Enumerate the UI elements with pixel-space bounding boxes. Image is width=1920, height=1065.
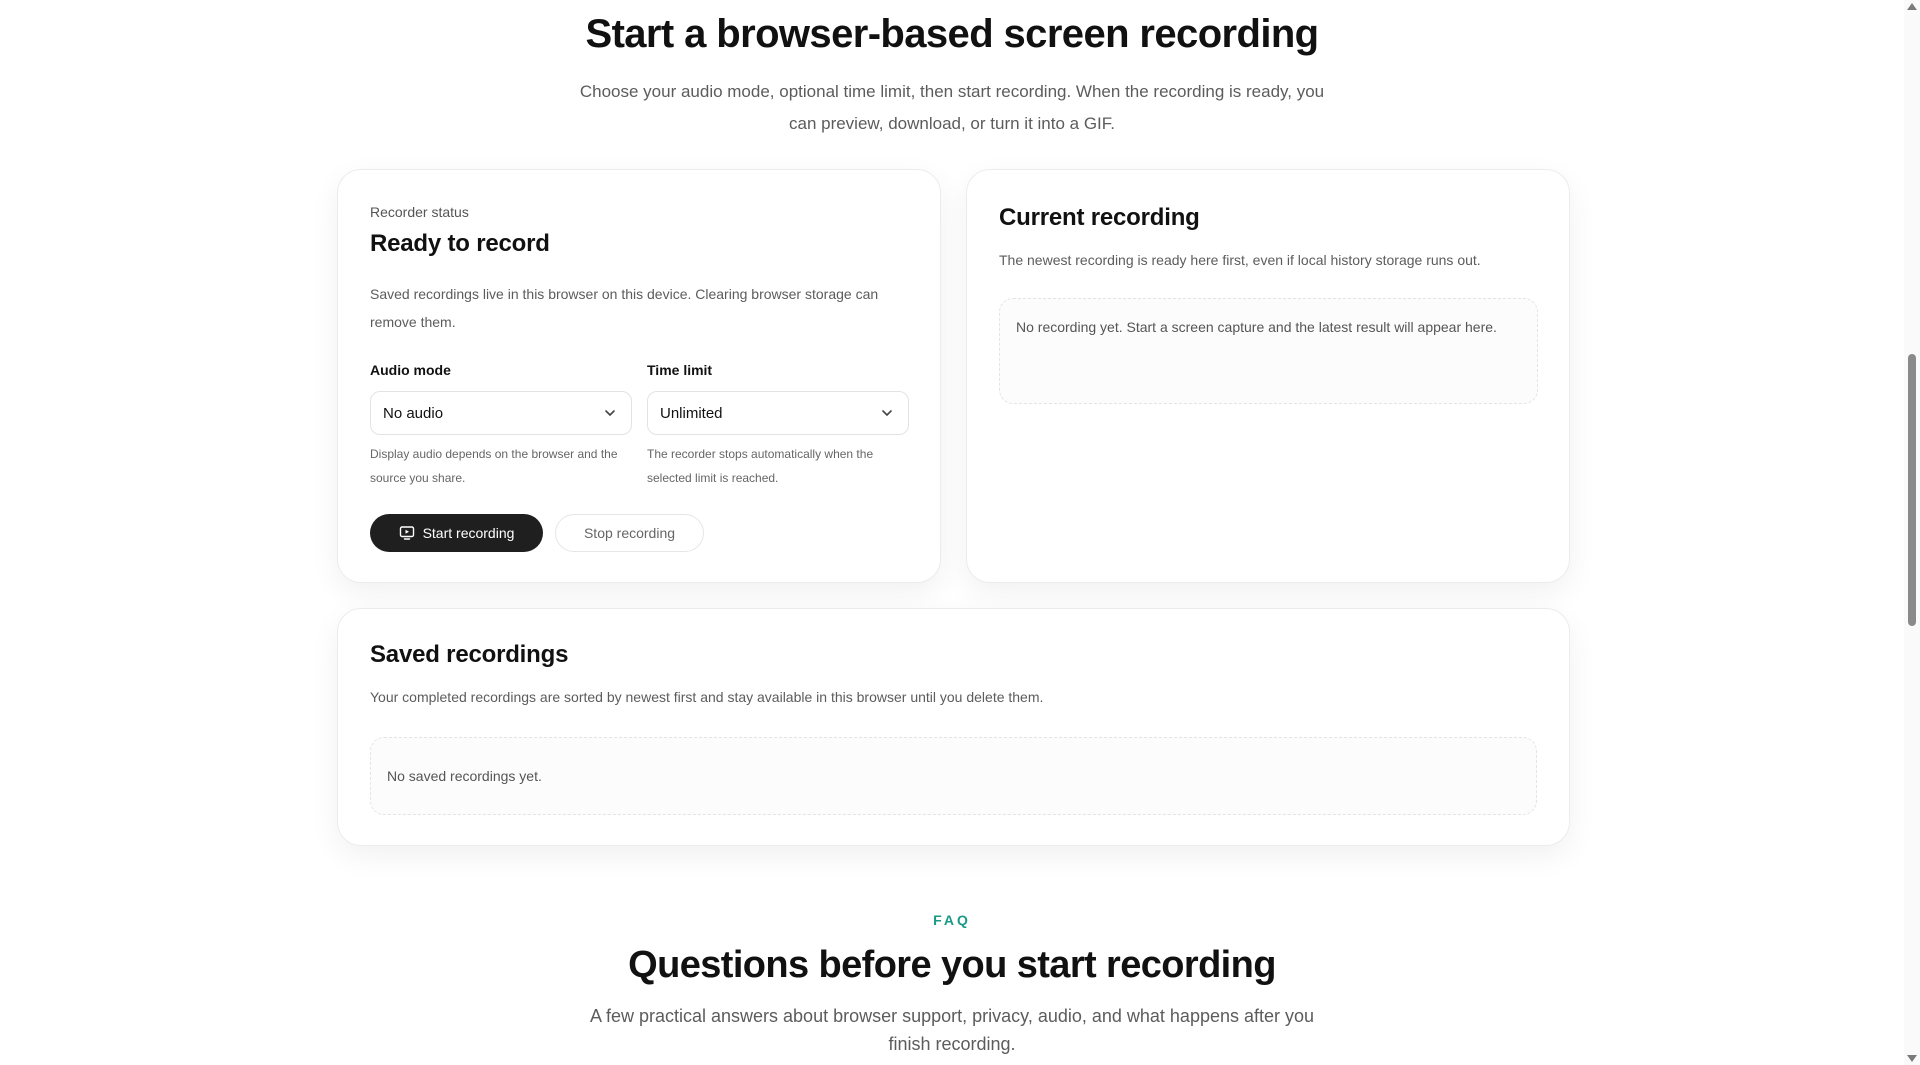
recorder-status-title: Ready to record: [370, 230, 550, 257]
stop-recording-button[interactable]: Stop recording: [555, 514, 704, 552]
current-recording-card: Current recording The newest recording i…: [966, 169, 1570, 583]
scrollbar-thumb[interactable]: [1908, 354, 1916, 626]
audio-mode-select[interactable]: No audio: [370, 391, 632, 435]
recorder-status-label: Recorder status: [370, 204, 469, 220]
chevron-down-icon: [882, 410, 892, 416]
current-recording-empty: No recording yet. Start a screen capture…: [999, 298, 1538, 404]
current-recording-empty-text: No recording yet. Start a screen capture…: [1016, 319, 1497, 335]
recorder-card: Recorder status Ready to record Saved re…: [337, 169, 941, 583]
time-limit-label: Time limit: [647, 362, 713, 378]
saved-recordings-empty: No saved recordings yet.: [370, 737, 1537, 815]
current-recording-title: Current recording: [999, 204, 1200, 231]
start-recording-label: Start recording: [422, 525, 515, 541]
time-limit-hint: The recorder stops automatically when th…: [647, 447, 874, 485]
page-scrollbar[interactable]: [1904, 0, 1920, 1065]
time-limit-select[interactable]: Unlimited: [647, 391, 909, 435]
faq-eyebrow: FAQ: [933, 912, 971, 928]
time-limit-value: Unlimited: [660, 404, 723, 422]
audio-mode-label: Audio mode: [370, 362, 451, 378]
saved-recordings-description: Your completed recordings are sorted by …: [370, 689, 1044, 705]
start-recording-button[interactable]: Start recording: [370, 514, 543, 552]
saved-recordings-card: Saved recordings Your completed recordin…: [337, 608, 1570, 846]
stop-recording-label: Stop recording: [583, 525, 676, 541]
faq-subtitle: A few practical answers about browser su…: [589, 1006, 1315, 1054]
faq-title: Questions before you start recording: [628, 944, 1276, 986]
scroll-down-arrow-icon[interactable]: [1907, 1055, 1917, 1062]
saved-recordings-title: Saved recordings: [370, 641, 569, 668]
chevron-down-icon: [605, 410, 615, 416]
page-subtitle: Choose your audio mode, optional time li…: [579, 82, 1325, 133]
page-title: Start a browser-based screen recording: [585, 12, 1319, 56]
saved-recordings-empty-text: No saved recordings yet.: [387, 768, 542, 784]
page: Start a browser-based screen recording C…: [0, 0, 1904, 1065]
screen-record-icon: [399, 526, 414, 540]
audio-mode-hint: Display audio depends on the browser and…: [370, 447, 618, 485]
current-recording-description: The newest recording is ready here first…: [999, 252, 1481, 268]
audio-mode-value: No audio: [383, 404, 444, 422]
recorder-description: Saved recordings live in this browser on…: [370, 286, 879, 330]
scroll-up-arrow-icon[interactable]: [1907, 3, 1917, 10]
